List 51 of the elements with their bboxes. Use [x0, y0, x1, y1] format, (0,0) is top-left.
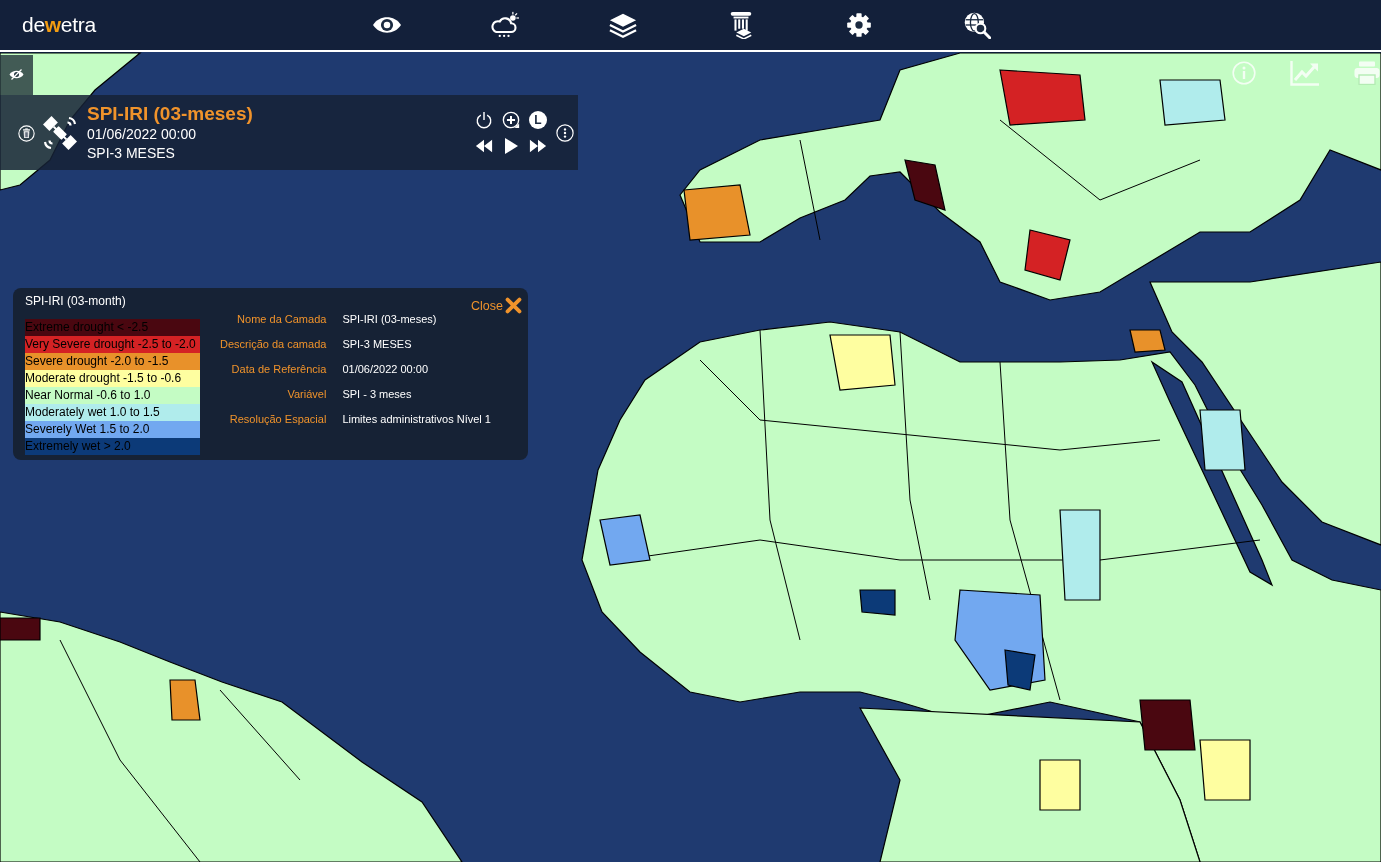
property-label: Descrição da camada	[220, 337, 327, 350]
property-value: 01/06/2022 00:00	[342, 362, 430, 375]
legend-entry: Severe drought -2.0 to -1.5	[25, 353, 200, 370]
property-label: Data de Referência	[230, 362, 327, 375]
layer-title: SPI-IRI (03-meses)	[87, 102, 253, 125]
legend-entry: Extreme drought < -2.5	[25, 319, 200, 336]
map-region[interactable]	[1199, 739, 1251, 801]
property-value: SPI-3 MESES	[342, 337, 413, 350]
map-region[interactable]	[1004, 649, 1036, 691]
power-icon[interactable]	[475, 110, 493, 129]
property-label: Resolução Espacial	[228, 412, 327, 425]
layer-description: SPI-3 MESES	[87, 143, 176, 163]
map-region[interactable]	[1129, 329, 1166, 353]
trash-icon[interactable]	[18, 125, 35, 142]
property-value: SPI - 3 meses	[342, 387, 413, 400]
close-icon	[505, 297, 522, 314]
map-region[interactable]	[683, 184, 751, 241]
eye-slash-icon[interactable]	[9, 69, 24, 80]
layers-icon[interactable]	[609, 11, 637, 39]
logo[interactable]: dewetra	[22, 13, 100, 37]
legend-entry: Extremely wet > 2.0	[25, 438, 200, 455]
legend-entry: Moderately wet 1.0 to 1.5	[25, 404, 200, 421]
map-region[interactable]	[169, 679, 201, 721]
play-icon[interactable]	[502, 136, 520, 155]
globe-search-icon[interactable]	[963, 11, 991, 39]
add-icon[interactable]	[502, 110, 520, 129]
gear-icon[interactable]	[845, 11, 873, 39]
property-value: SPI-IRI (03-meses)	[342, 312, 438, 325]
map-region[interactable]	[1199, 409, 1246, 471]
close-button[interactable]: Close	[471, 297, 522, 314]
legend-entry: Severely Wet 1.5 to 2.0	[25, 421, 200, 438]
property-label: Variável	[286, 387, 327, 400]
more-icon[interactable]	[556, 123, 574, 142]
legend-entry: Very Severe drought -2.5 to -2.0	[25, 336, 200, 353]
map-region[interactable]	[599, 514, 651, 566]
legend-title: SPI-IRI (03-month)	[25, 294, 126, 308]
map-region[interactable]	[1024, 229, 1071, 281]
map-region[interactable]	[829, 334, 896, 391]
cloud-sun-icon[interactable]	[491, 11, 519, 39]
map-region[interactable]	[999, 69, 1086, 126]
map-region[interactable]	[1059, 509, 1101, 601]
legend-entry: Near Normal -0.6 to 1.0	[25, 387, 200, 404]
legend-entry: Moderate drought -1.5 to -0.6	[25, 370, 200, 387]
map-region[interactable]	[859, 589, 896, 616]
layer-date: 01/06/2022 00:00	[87, 124, 197, 144]
map-region[interactable]	[1039, 759, 1081, 811]
property-value: Limites administrativos Nível 1	[342, 412, 491, 425]
legend-button[interactable]: L	[529, 110, 547, 129]
property-label: Nome da Camada	[236, 312, 327, 325]
map-region[interactable]	[1139, 699, 1196, 751]
map-region[interactable]	[904, 159, 946, 211]
